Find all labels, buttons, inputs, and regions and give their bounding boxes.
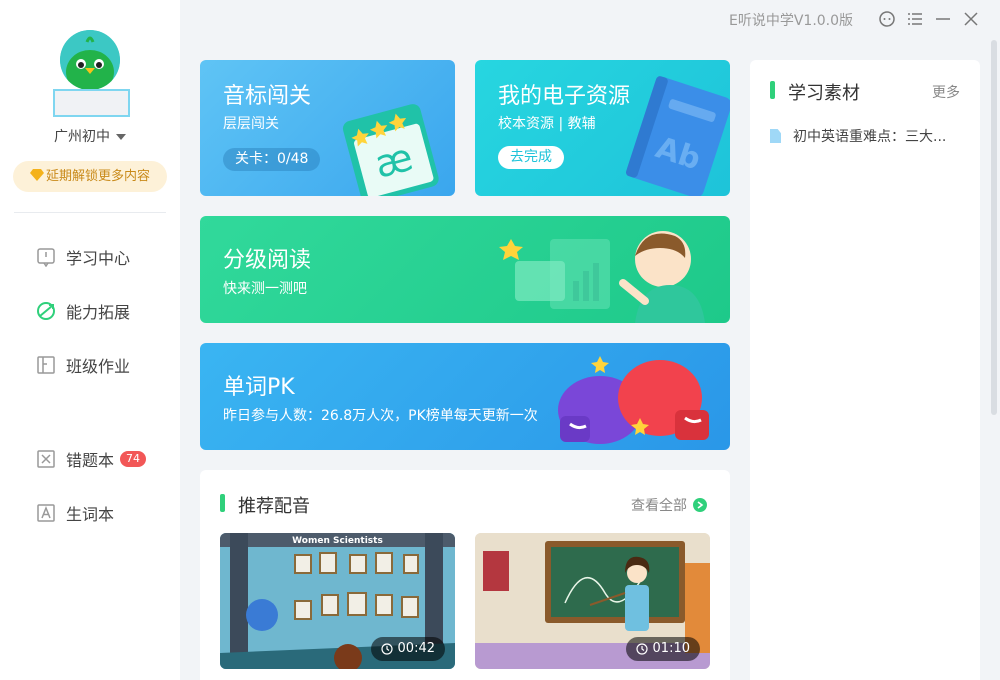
document-icon [770,129,781,143]
word-pk-card[interactable]: 单词PK 昨日参与人数：26.8万人次，PK榜单每天更新一次 [200,343,730,450]
reading-boy-illustration-icon [499,231,705,323]
close-icon[interactable] [962,10,980,28]
username-box [53,89,130,117]
video-thumbnail[interactable]: 01:10 [475,533,710,669]
video-thumbnail[interactable]: Women Scientists 00:42 [220,533,455,669]
section-marker [770,81,775,99]
card-title: 我的电子资源 [498,84,631,109]
sidebar-item-ability[interactable]: 能力拓展 [36,299,130,323]
caret-down-icon [116,134,126,140]
card-subtitle: 层层闯关 [223,116,279,132]
notice-icon [36,247,56,267]
globe-icon [36,301,56,321]
go-complete-button[interactable]: 去完成 [498,146,564,169]
letter-a-icon [36,503,56,523]
sidebar-item-label: 能力拓展 [66,303,131,322]
book-illustration-icon: Ab [626,76,730,196]
sidebar-item-label: 错题本 [66,451,115,470]
video-duration: 01:10 [625,637,700,661]
sidebar-item-class-homework[interactable]: 班级作业 [36,353,130,377]
material-title: 初中英语重难点：三大... [793,129,947,145]
card-title: 音标闯关 [223,84,312,109]
card-title: 分级阅读 [223,248,312,273]
sidebar-item-study-center[interactable]: 学习中心 [36,245,130,269]
section-marker [220,494,225,512]
unlock-more-button[interactable]: 延期解锁更多内容 [13,161,167,192]
menu-icon[interactable] [906,10,924,28]
recommend-dubbing-panel: 推荐配音 查看全部 Women Scientists 00:42 01:10 [200,470,730,680]
view-all-link[interactable]: 查看全部 [631,495,707,515]
clock-icon [635,643,648,655]
feedback-icon[interactable] [878,10,896,28]
sidebar-item-mistakes[interactable]: 错题本 74 [36,447,147,471]
card-title: 单词PK [223,375,295,400]
minimize-icon[interactable] [934,10,952,28]
sidebar-item-label: 学习中心 [66,249,131,268]
sidebar-divider [14,212,166,213]
e-resources-card[interactable]: 我的电子资源 校本资源 | 教辅 去完成 Ab [475,60,730,196]
wrong-box-icon [36,449,56,469]
phonetic-card-illustration-icon: æ [342,104,439,196]
card-subtitle: 快来测一测吧 [223,281,307,297]
unlock-label: 延期解锁更多内容 [45,169,150,184]
video-duration: 00:42 [370,637,445,661]
duration-text: 01:10 [652,641,690,656]
school-label: 广州初中 [54,129,110,145]
more-link[interactable]: 更多 [932,82,960,102]
sidebar-item-vocabulary[interactable]: 生词本 [36,501,114,525]
boxing-gloves-icon [558,356,709,444]
duration-text: 00:42 [397,641,435,656]
section-title: 学习素材 [788,83,860,104]
bird-avatar-icon [60,30,120,90]
card-subtitle: 昨日参与人数：26.8万人次，PK榜单每天更新一次 [223,408,538,424]
school-select[interactable]: 广州初中 [0,126,180,146]
study-materials-panel: 学习素材 更多 初中英语重难点：三大... [750,60,980,680]
card-subtitle: 校本资源 | 教辅 [498,116,596,132]
arrow-right-icon [693,498,707,512]
mistakes-count-badge: 74 [120,451,147,467]
avatar[interactable] [60,30,120,90]
level-progress: 关卡：0/48 [223,148,321,171]
section-title: 推荐配音 [238,496,310,517]
phonetics-card[interactable]: 音标闯关 层层闯关 关卡：0/48 æ [200,60,455,196]
video-caption: Women Scientists [292,536,383,546]
clock-icon [380,643,393,655]
app-version: E听说中学V1.0.0版 [729,13,854,29]
material-item[interactable]: 初中英语重难点：三大... [770,126,946,146]
diamond-icon [29,169,44,181]
sidebar-item-label: 生词本 [66,505,115,524]
scrollbar[interactable] [991,40,997,415]
layout-icon [36,355,56,375]
view-all-label: 查看全部 [631,498,687,514]
sidebar-item-label: 班级作业 [66,357,131,376]
sidebar: 广州初中 延期解锁更多内容 学习中心 能力拓展 班级作业 错题本 74 生词本 [0,0,180,680]
graded-reading-card[interactable]: 分级阅读 快来测一测吧 [200,216,730,323]
